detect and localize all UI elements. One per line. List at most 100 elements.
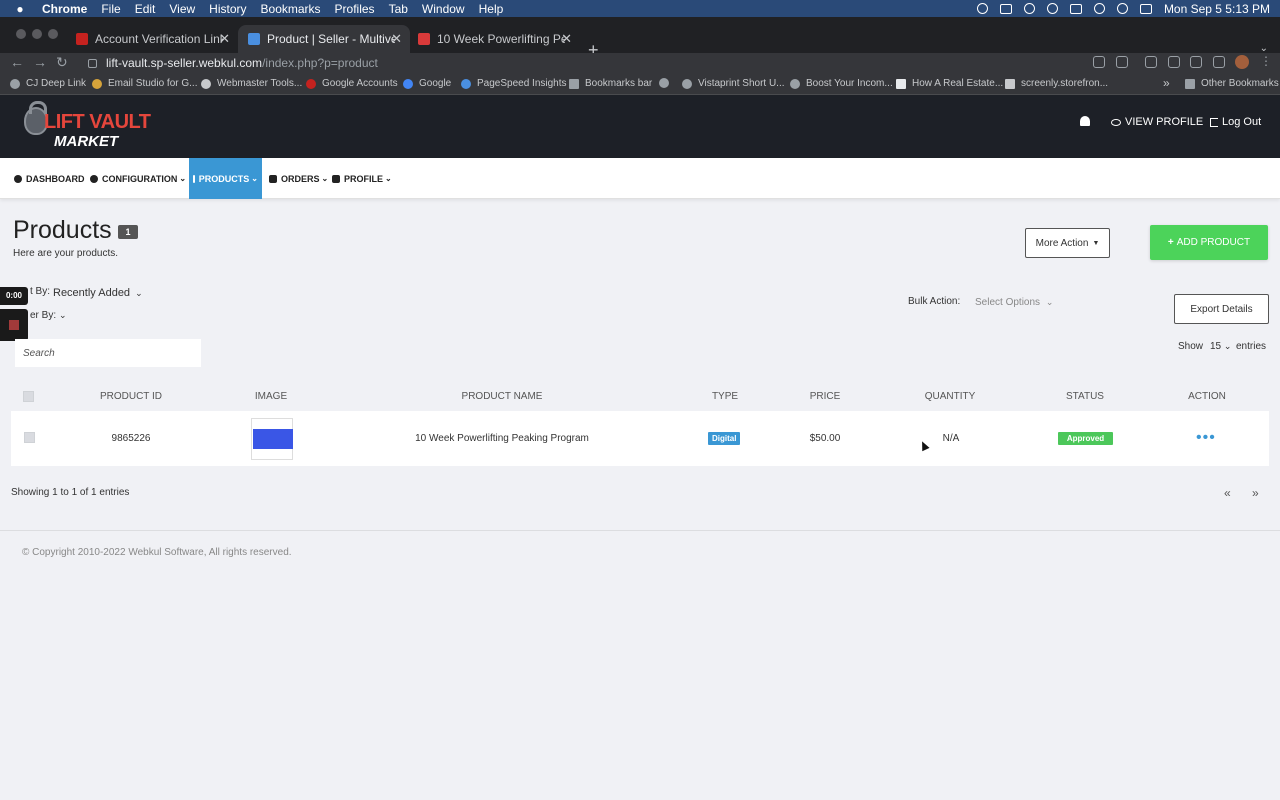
column-header[interactable]: QUANTITY bbox=[925, 391, 976, 402]
add-product-button[interactable]: + ADD PRODUCT bbox=[1150, 225, 1268, 260]
column-header[interactable]: PRICE bbox=[810, 391, 841, 402]
column-header[interactable]: PRODUCT ID bbox=[100, 391, 162, 402]
control-center-icon[interactable] bbox=[1139, 3, 1152, 14]
bookmark-item[interactable]: screenly.storefron... bbox=[1005, 78, 1108, 89]
next-page-button[interactable]: » bbox=[1252, 486, 1259, 500]
address-bar[interactable]: lift-vault.sp-seller.webkul.com /index.p… bbox=[80, 53, 1140, 73]
select-all-checkbox[interactable] bbox=[23, 391, 34, 402]
menu-edit[interactable]: Edit bbox=[135, 2, 156, 16]
nav-orders[interactable]: ORDERS ⌄ bbox=[269, 158, 328, 199]
add-product-label: ADD PRODUCT bbox=[1176, 237, 1251, 248]
product-thumbnail[interactable] bbox=[251, 418, 293, 460]
wifi-icon[interactable] bbox=[1093, 3, 1105, 14]
status-play-icon[interactable] bbox=[1046, 3, 1058, 14]
nav-dashboard[interactable]: DASHBOARD bbox=[14, 158, 85, 199]
reload-icon[interactable]: ↻ bbox=[56, 54, 68, 70]
more-menu-icon[interactable]: ⋮ bbox=[1260, 54, 1272, 68]
bookmark-item[interactable]: Google bbox=[403, 78, 451, 89]
search-input[interactable] bbox=[15, 339, 201, 367]
clock[interactable]: Mon Sep 5 5:13 PM bbox=[1164, 2, 1270, 16]
column-header[interactable]: PRODUCT NAME bbox=[462, 391, 543, 402]
extension-icon[interactable] bbox=[1145, 56, 1157, 68]
bookmark-label: Google Accounts bbox=[322, 78, 398, 89]
logout-link[interactable]: Log Out bbox=[1210, 116, 1261, 128]
bookmark-folder[interactable]: Bookmarks bar bbox=[569, 78, 652, 89]
bell-icon[interactable] bbox=[1080, 116, 1090, 126]
sort-select[interactable]: Recently Added ⌄ bbox=[53, 287, 143, 299]
menu-profiles[interactable]: Profiles bbox=[335, 2, 375, 16]
status-cloud-icon[interactable] bbox=[1023, 3, 1035, 14]
nav-products[interactable]: PRODUCTS ⌄ bbox=[189, 158, 262, 199]
browser-tab-powerlifting[interactable]: 10 Week Powerlifting Peaking I ✕ bbox=[408, 25, 580, 53]
lock-icon[interactable] bbox=[88, 58, 97, 68]
page-size-select[interactable]: 15 ⌄ bbox=[1210, 341, 1231, 352]
more-action-button[interactable]: More Action ▼ bbox=[1025, 228, 1110, 258]
bookmark-item[interactable]: How A Real Estate... bbox=[896, 78, 1003, 89]
nav-configuration[interactable]: CONFIGURATION ⌄ bbox=[90, 158, 186, 199]
bookmark-item[interactable] bbox=[659, 78, 675, 88]
lift-vault-logo[interactable]: LIFT VAULT MARKET bbox=[24, 101, 151, 153]
nav-profile[interactable]: PROFILE ⌄ bbox=[332, 158, 392, 199]
bulk-action-placeholder: Select Options bbox=[975, 297, 1041, 308]
other-bookmarks[interactable]: Other Bookmarks bbox=[1185, 78, 1279, 89]
folder-icon bbox=[569, 78, 579, 89]
plus-icon: + bbox=[1167, 237, 1174, 248]
bulk-action-select[interactable]: Select Options ⌄ bbox=[975, 297, 1053, 308]
bookmark-item[interactable]: Email Studio for G... bbox=[92, 78, 197, 89]
mac-menu-bar: ● Chrome File Edit View History Bookmark… bbox=[0, 0, 1280, 17]
bookmarks-bar: CJ Deep Link Email Studio for G... Webma… bbox=[0, 73, 1280, 95]
side-panel-icon[interactable] bbox=[1213, 56, 1225, 68]
bookmark-item[interactable]: Google Accounts bbox=[306, 78, 398, 89]
bookmark-item[interactable]: Webmaster Tools... bbox=[201, 78, 302, 89]
row-checkbox[interactable] bbox=[24, 432, 35, 443]
bookmarks-overflow-icon[interactable]: » bbox=[1163, 76, 1170, 90]
menu-help[interactable]: Help bbox=[479, 2, 504, 16]
logout-icon bbox=[1210, 117, 1218, 127]
filter-select-chevron-icon[interactable]: ⌄ bbox=[59, 310, 67, 321]
profile-avatar[interactable] bbox=[1235, 55, 1249, 69]
filter-label: er By: bbox=[30, 310, 57, 321]
chevron-down-icon: ⌄ bbox=[321, 174, 329, 183]
url-path: /index.php?p=product bbox=[262, 56, 378, 70]
menu-app-chrome[interactable]: Chrome bbox=[42, 2, 87, 16]
back-icon[interactable]: ← bbox=[10, 54, 24, 70]
window-minimize-icon[interactable] bbox=[32, 29, 42, 39]
menu-bookmarks[interactable]: Bookmarks bbox=[261, 2, 321, 16]
browser-tab-product-seller[interactable]: Product | Seller - Multivendor I ✕ bbox=[238, 25, 410, 53]
bookmark-item[interactable]: Boost Your Incom... bbox=[790, 78, 893, 89]
view-profile-link[interactable]: VIEW PROFILE bbox=[1111, 116, 1203, 128]
export-details-button[interactable]: Export Details bbox=[1174, 294, 1269, 324]
apple-icon[interactable]: ● bbox=[12, 2, 28, 16]
product-name-cell[interactable]: 10 Week Powerlifting Peaking Program bbox=[415, 433, 589, 444]
bookmark-item[interactable]: Vistaprint Short U... bbox=[682, 78, 785, 89]
menu-history[interactable]: History bbox=[209, 2, 246, 16]
close-tab-icon[interactable]: ✕ bbox=[219, 31, 230, 47]
bookmark-label: Bookmarks bar bbox=[585, 78, 653, 89]
browser-tab-gmail[interactable]: Account Verification Link - sup ✕ bbox=[66, 25, 238, 53]
bookmark-item[interactable]: PageSpeed Insights bbox=[461, 78, 567, 89]
stop-recording-icon[interactable] bbox=[0, 309, 28, 341]
status-app-icon[interactable] bbox=[999, 3, 1012, 14]
globe-icon bbox=[10, 78, 20, 89]
forward-icon[interactable]: → bbox=[33, 54, 47, 70]
close-tab-icon[interactable]: ✕ bbox=[391, 31, 402, 47]
reading-list-icon[interactable] bbox=[1190, 56, 1202, 68]
seller-header: LIFT VAULT MARKET VIEW PROFILE Log Out bbox=[0, 95, 1280, 158]
row-actions-icon[interactable]: ••• bbox=[1196, 430, 1216, 446]
puzzle-icon[interactable] bbox=[1168, 56, 1180, 68]
window-zoom-icon[interactable] bbox=[48, 29, 58, 39]
menu-tab[interactable]: Tab bbox=[389, 2, 408, 16]
main-nav: DASHBOARD CONFIGURATION ⌄ PRODUCTS ⌄ ORD… bbox=[0, 158, 1280, 199]
menu-view[interactable]: View bbox=[169, 2, 195, 16]
bookmark-star-icon[interactable] bbox=[1116, 56, 1128, 68]
status-brightness-icon[interactable] bbox=[976, 3, 988, 14]
window-close-icon[interactable] bbox=[16, 29, 26, 39]
menu-file[interactable]: File bbox=[101, 2, 120, 16]
spotlight-search-icon[interactable] bbox=[1116, 3, 1128, 14]
menu-window[interactable]: Window bbox=[422, 2, 465, 16]
share-icon[interactable] bbox=[1093, 56, 1105, 68]
battery-icon[interactable] bbox=[1069, 3, 1082, 14]
previous-page-button[interactable]: « bbox=[1224, 486, 1231, 500]
bookmark-item[interactable]: CJ Deep Link bbox=[10, 78, 86, 89]
close-tab-icon[interactable]: ✕ bbox=[561, 31, 572, 47]
